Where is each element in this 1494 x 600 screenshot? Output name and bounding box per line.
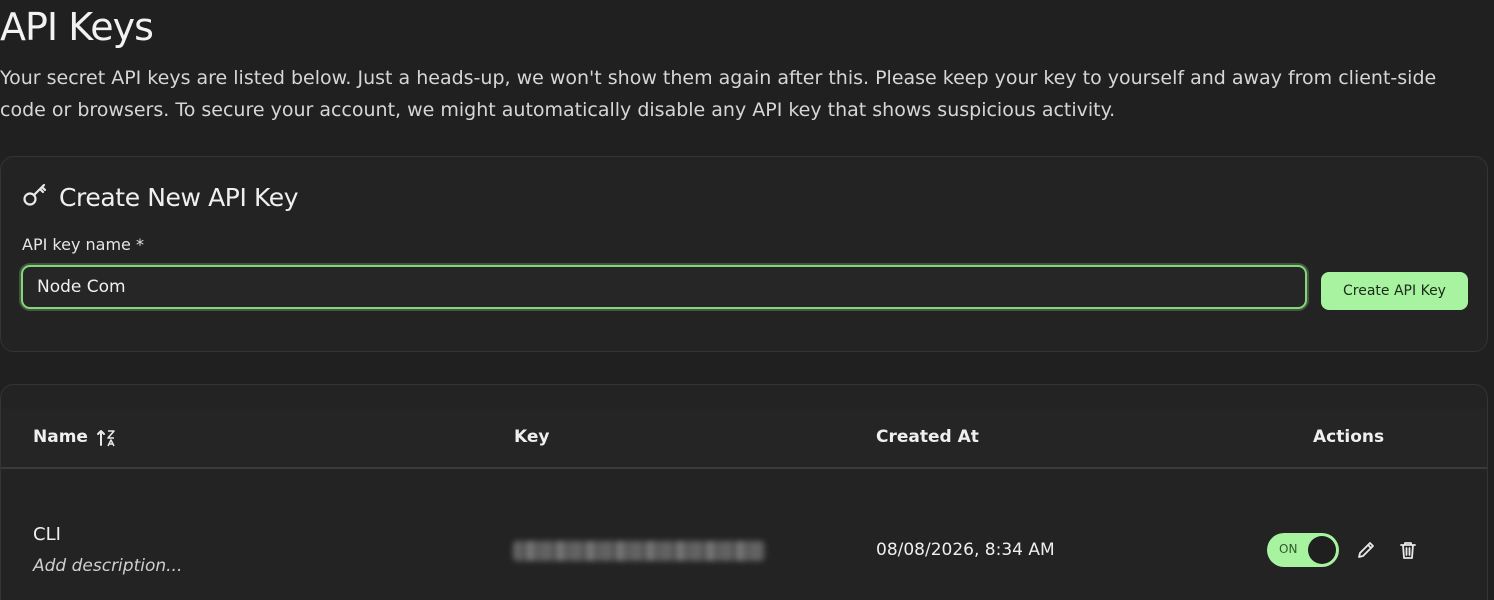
enabled-toggle[interactable]: ON [1267, 533, 1339, 567]
column-header-created-at: Created At [876, 427, 979, 447]
api-keys-table: Name Key Created At Actions CLI Add desc… [0, 384, 1488, 600]
column-header-actions: Actions [1313, 427, 1385, 447]
page-title: API Keys [0, 5, 154, 49]
page-description: Your secret API keys are listed below. J… [0, 67, 1437, 121]
sort-icon[interactable] [96, 427, 118, 453]
create-api-key-button[interactable]: Create API Key [1321, 272, 1468, 310]
masked-api-key [513, 541, 765, 561]
toggle-label: ON [1279, 542, 1298, 556]
api-key-name-label: API key name * [22, 235, 144, 254]
api-keys-page: API Keys Your secret API keys are listed… [0, 0, 1494, 600]
create-api-key-card: Create New API Key API key name * Create… [0, 156, 1488, 352]
row-created-at: 08/08/2026, 8:34 AM [876, 540, 1055, 560]
table-header: Name Key Created At Actions [1, 409, 1487, 469]
column-header-key: Key [514, 427, 550, 447]
api-key-name-input[interactable] [21, 265, 1307, 309]
edit-icon[interactable] [1355, 539, 1377, 561]
toggle-knob [1308, 536, 1336, 564]
delete-icon[interactable] [1397, 539, 1419, 561]
create-card-header: Create New API Key [21, 181, 299, 213]
row-description[interactable]: Add description... [33, 556, 182, 576]
key-icon [21, 181, 49, 213]
column-header-name[interactable]: Name [33, 427, 88, 447]
create-card-title: Create New API Key [59, 182, 299, 212]
row-key-name: CLI [33, 524, 61, 545]
